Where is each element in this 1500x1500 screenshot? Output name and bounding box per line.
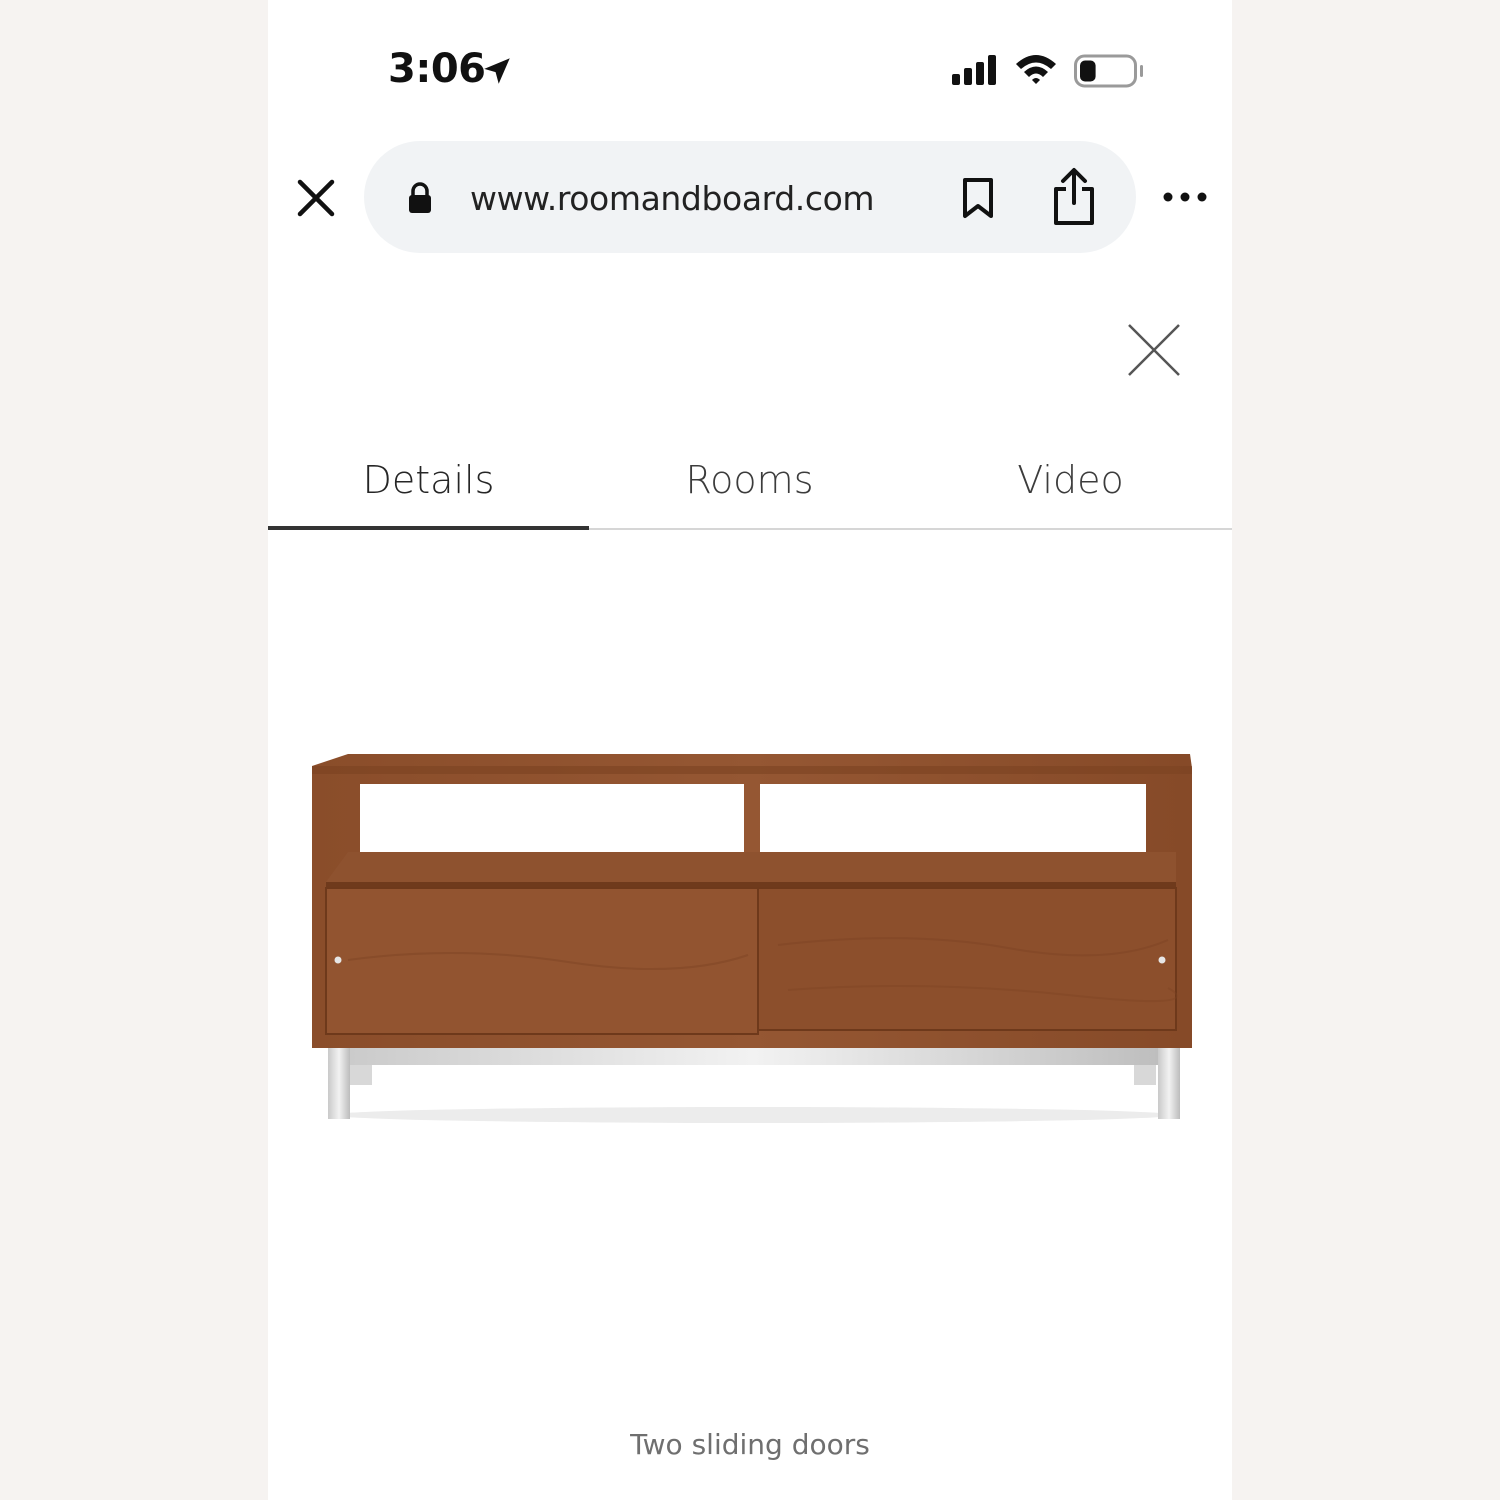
battery-icon	[1074, 54, 1143, 88]
tab-details[interactable]: Details	[268, 440, 589, 528]
cellular-signal-icon	[952, 55, 996, 85]
close-browser-button[interactable]	[294, 176, 338, 220]
product-image-media-console	[312, 754, 1192, 1123]
image-caption: Two sliding doors	[630, 1428, 870, 1461]
phone-screen: 3:06 www.roomandboard.com Details Rooms …	[268, 0, 1232, 1500]
tab-rooms[interactable]: Rooms	[589, 440, 910, 528]
url-bar[interactable]: www.roomandboard.com	[364, 141, 1136, 253]
bookmark-icon[interactable]	[960, 177, 996, 219]
url-text[interactable]: www.roomandboard.com	[470, 179, 875, 218]
location-arrow-icon	[484, 58, 510, 84]
modal-close-icon[interactable]	[1126, 322, 1182, 378]
more-options-icon[interactable]	[1162, 188, 1208, 206]
active-tab-indicator	[268, 526, 589, 530]
status-time: 3:06	[388, 46, 486, 92]
share-icon[interactable]	[1050, 167, 1098, 227]
tab-video[interactable]: Video	[910, 440, 1231, 528]
lock-icon	[409, 182, 431, 213]
tab-bar: Details Rooms Video	[268, 440, 1232, 530]
wifi-icon	[1016, 55, 1056, 84]
